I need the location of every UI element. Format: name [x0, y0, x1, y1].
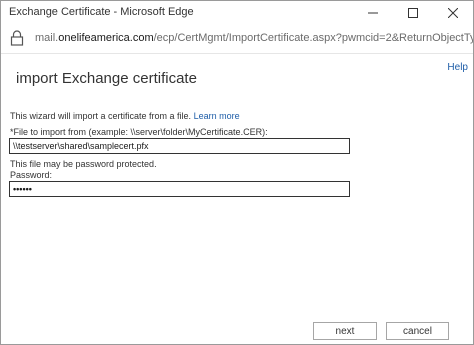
maximize-button[interactable] [393, 1, 433, 25]
window-controls [353, 1, 473, 25]
close-button[interactable] [433, 1, 473, 25]
url-prefix: mail. [35, 32, 59, 44]
title-bar: Exchange Certificate - Microsoft Edge [1, 1, 473, 25]
maximize-icon [408, 8, 418, 18]
next-button[interactable]: next [313, 322, 377, 340]
url-text[interactable]: mail.onelifeamerica.com/ecp/CertMgmt/Imp… [35, 32, 474, 44]
close-icon [448, 8, 458, 18]
password-note: This file may be password protected. [10, 159, 157, 169]
file-path-input[interactable] [9, 138, 350, 154]
lock-icon[interactable] [10, 30, 24, 46]
minimize-icon [368, 12, 378, 14]
address-bar[interactable]: mail.onelifeamerica.com/ecp/CertMgmt/Imp… [1, 27, 473, 51]
url-path: /ecp/CertMgmt/ImportCertificate.aspx?pwm… [153, 32, 474, 44]
password-input[interactable] [9, 181, 350, 197]
password-label: Password: [10, 170, 53, 180]
page-title: import Exchange certificate [16, 70, 197, 87]
intro-text: This wizard will import a certificate fr… [10, 111, 192, 121]
minimize-button[interactable] [353, 1, 393, 25]
url-domain: onelifeamerica.com [58, 32, 154, 44]
window-title: Exchange Certificate - Microsoft Edge [9, 6, 194, 18]
cancel-button[interactable]: cancel [386, 322, 449, 340]
intro-paragraph: This wizard will import a certificate fr… [10, 111, 240, 121]
help-link[interactable]: Help [447, 62, 468, 73]
learn-more-link[interactable]: Learn more [194, 111, 240, 121]
header-divider [1, 53, 473, 54]
browser-window: Exchange Certificate - Microsoft Edge ma… [0, 0, 474, 345]
file-path-label: *File to import from (example: \\server\… [10, 127, 268, 137]
